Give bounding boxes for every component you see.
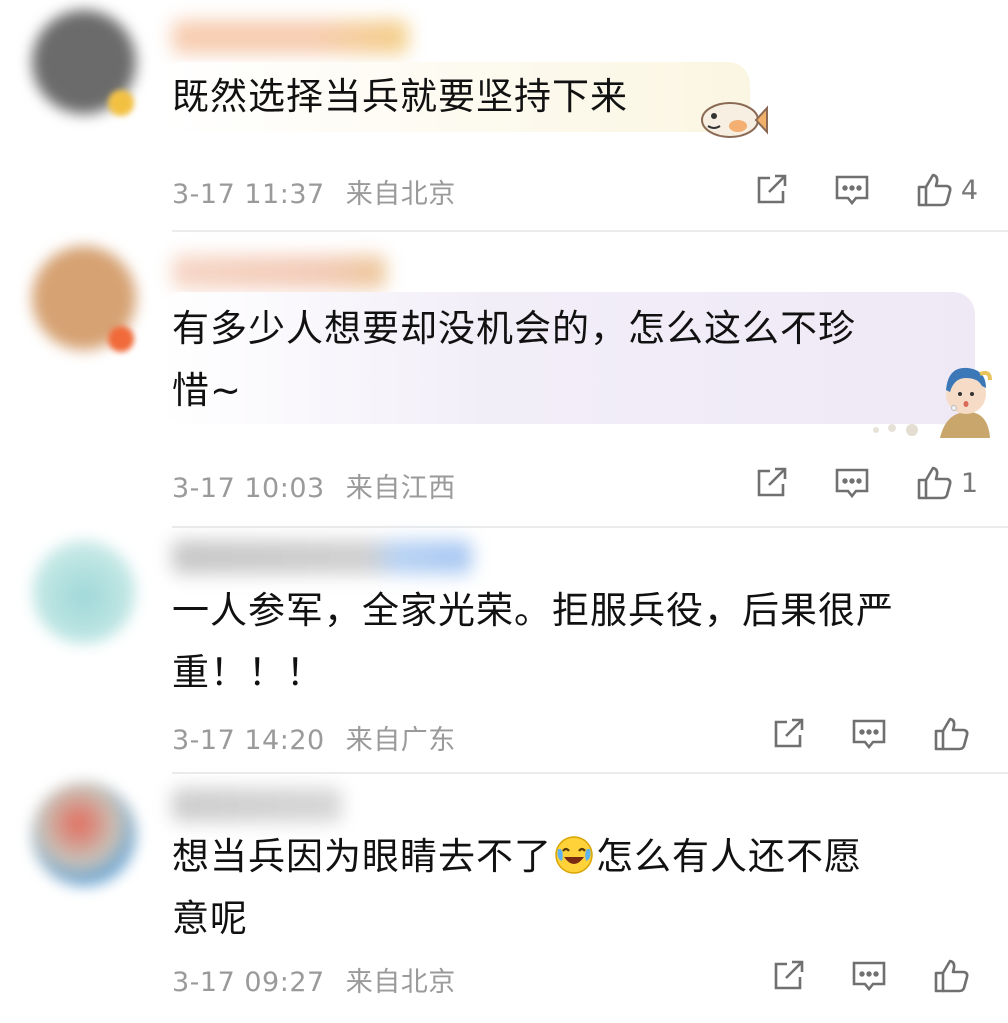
username[interactable] [172, 788, 342, 822]
comment-time: 3-17 10:03 [172, 473, 325, 504]
repost-button[interactable] [753, 172, 789, 208]
comment-actions: 4 [709, 170, 978, 210]
repost-button[interactable] [770, 716, 806, 752]
comment-actions [726, 714, 978, 754]
comment-location: 来自广东 [345, 725, 456, 756]
username[interactable] [172, 20, 408, 54]
girl-with-earring-sticker-icon [873, 367, 992, 438]
comment-meta: 3-17 10:03 来自江西 [172, 466, 456, 505]
repost-button[interactable] [770, 958, 806, 994]
comment-time: 3-17 09:27 [172, 967, 325, 998]
comment-icon [835, 468, 869, 499]
comment-location: 来自北京 [345, 967, 456, 998]
comment-meta: 3-17 14:20 来自广东 [172, 718, 456, 757]
comment-button[interactable] [850, 958, 888, 994]
comment-text: 想当兵因为眼睛去不了 怎么有人还不愿 意呢 [172, 826, 862, 950]
comment-text: 一人参军，全家光荣。拒服兵役，后果很严 重！！！ [172, 589, 894, 694]
comment-text: 有多少人想要却没机会的，怎么这么不珍 惜~ [172, 307, 856, 412]
like-count: 1 [960, 467, 978, 499]
username[interactable] [172, 255, 386, 289]
repost-icon [757, 467, 787, 497]
comment-icon [852, 719, 886, 750]
comment-divider [172, 526, 1008, 528]
comment-meta: 3-17 09:27 来自北京 [172, 960, 456, 999]
repost-icon [774, 960, 804, 990]
like-button[interactable] [932, 715, 978, 753]
comment-icon [835, 175, 869, 206]
avatar-badge [108, 326, 134, 352]
comment-location: 来自北京 [345, 179, 456, 210]
comment-button[interactable] [833, 172, 871, 208]
comment-divider [172, 230, 1008, 232]
comment-button[interactable] [833, 465, 871, 501]
comment-text: 既然选择当兵就要坚持下来 [172, 75, 628, 118]
comment-text-before-emoji: 想当兵因为眼睛去不了 [172, 835, 552, 878]
avatar-badge [108, 90, 134, 116]
repost-icon [774, 718, 804, 748]
thumbs-up-icon [917, 466, 952, 500]
comment-icon [852, 961, 886, 992]
comment-meta: 3-17 11:37 来自北京 [172, 172, 456, 211]
comment-divider [172, 772, 1008, 774]
thumbs-up-icon [934, 959, 969, 993]
like-button[interactable] [932, 957, 978, 995]
comment-location: 来自江西 [345, 473, 456, 504]
comment-time: 3-17 11:37 [172, 179, 325, 210]
comment-button[interactable] [850, 716, 888, 752]
like-button[interactable]: 1 [915, 464, 978, 502]
repost-icon [757, 174, 787, 204]
like-button[interactable]: 4 [915, 171, 978, 209]
like-count: 4 [960, 174, 978, 206]
username[interactable] [172, 540, 472, 574]
comment-time: 3-17 14:20 [172, 725, 325, 756]
comment-actions [726, 956, 978, 996]
laughing-crying-emoji-icon [555, 836, 593, 874]
avatar[interactable] [32, 782, 136, 886]
thumbs-up-icon [917, 173, 952, 207]
avatar[interactable] [32, 540, 136, 644]
fish-sticker-icon [701, 102, 768, 138]
repost-button[interactable] [753, 465, 789, 501]
comment-actions: 1 [709, 463, 978, 503]
thumbs-up-icon [934, 717, 969, 751]
